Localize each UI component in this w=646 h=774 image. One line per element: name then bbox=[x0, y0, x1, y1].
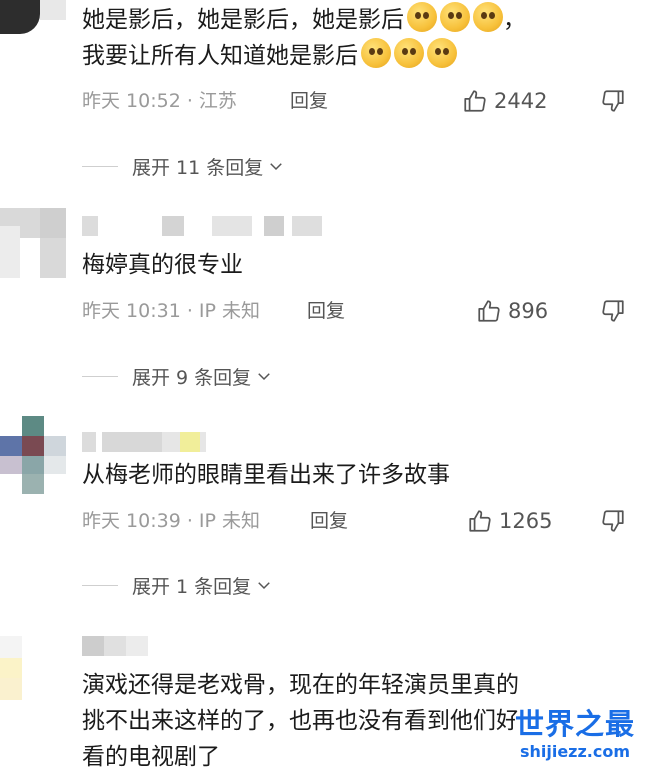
watermark-url: shijiezz.com bbox=[519, 742, 631, 761]
avatar[interactable] bbox=[0, 0, 66, 36]
expand-replies-label: 展开 11 条回复 bbox=[132, 156, 264, 179]
like-count: 2442 bbox=[494, 89, 548, 113]
pleading-face-emoji bbox=[440, 2, 470, 32]
thumbs-down-icon[interactable] bbox=[600, 88, 626, 114]
pleading-face-emoji bbox=[394, 38, 424, 68]
comment-text: 她是影后，她是影后，她是影后 ， bbox=[82, 2, 526, 37]
comment-line: 她是影后，她是影后，她是影后 bbox=[82, 7, 404, 33]
reply-button[interactable]: 回复 bbox=[307, 296, 345, 326]
expand-replies-button[interactable]: 展开 1 条回复 bbox=[82, 570, 273, 600]
expand-replies-button[interactable]: 展开 9 条回复 bbox=[82, 361, 273, 391]
comment-meta: 昨天 10:39 · IP 未知 bbox=[82, 510, 261, 532]
divider-line bbox=[82, 375, 118, 377]
like-button[interactable]: 2442 bbox=[462, 86, 547, 116]
avatar[interactable] bbox=[0, 416, 66, 494]
comment-text: 演戏还得是老戏骨，现在的年轻演员里真的 bbox=[82, 672, 519, 698]
expand-replies-label: 展开 1 条回复 bbox=[132, 575, 252, 598]
comment-meta: 昨天 10:31 · IP 未知 bbox=[82, 300, 261, 322]
avatar[interactable] bbox=[0, 208, 66, 278]
comment-text: 挑不出来这样的了，也再也没有看到他们好 bbox=[82, 708, 519, 734]
pleading-face-emoji bbox=[473, 2, 503, 32]
thumbs-up-icon bbox=[478, 300, 500, 322]
expand-replies-button[interactable]: 展开 11 条回复 bbox=[82, 151, 285, 181]
pleading-face-emoji bbox=[427, 38, 457, 68]
comment-text: 梅婷真的很专业 bbox=[82, 252, 243, 278]
chevron-down-icon bbox=[258, 582, 270, 590]
pleading-face-emoji bbox=[407, 2, 437, 32]
expand-replies-label: 展开 9 条回复 bbox=[132, 366, 252, 389]
like-count: 1265 bbox=[499, 509, 553, 533]
comment-punct: ， bbox=[503, 7, 526, 33]
comment-text: 看的电视剧了 bbox=[82, 744, 220, 770]
like-button[interactable]: 1265 bbox=[467, 506, 552, 536]
comment-text: 从梅老师的眼睛里看出来了许多故事 bbox=[82, 462, 450, 488]
thumbs-down-icon[interactable] bbox=[600, 298, 626, 324]
divider-line bbox=[82, 165, 118, 167]
like-count: 896 bbox=[508, 299, 549, 323]
thumbs-up-icon bbox=[469, 510, 491, 532]
avatar[interactable] bbox=[0, 636, 66, 700]
chevron-down-icon bbox=[258, 373, 270, 381]
thumbs-up-icon bbox=[464, 90, 486, 112]
chevron-down-icon bbox=[270, 163, 283, 171]
like-button[interactable]: 896 bbox=[476, 296, 548, 326]
watermark-title: 世界之最 bbox=[514, 707, 635, 741]
pleading-face-emoji bbox=[361, 38, 391, 68]
comment-text: 我要让所有人知道她是影后 bbox=[82, 38, 457, 73]
reply-button[interactable]: 回复 bbox=[310, 506, 348, 536]
comment-line: 我要让所有人知道她是影后 bbox=[82, 43, 358, 69]
divider-line bbox=[82, 584, 118, 586]
reply-button[interactable]: 回复 bbox=[290, 86, 328, 116]
comment-meta: 昨天 10:52 · 江苏 bbox=[82, 90, 237, 112]
thumbs-down-icon[interactable] bbox=[600, 508, 626, 534]
watermark-logo: 世界之最 shijiezz.com bbox=[505, 706, 645, 768]
